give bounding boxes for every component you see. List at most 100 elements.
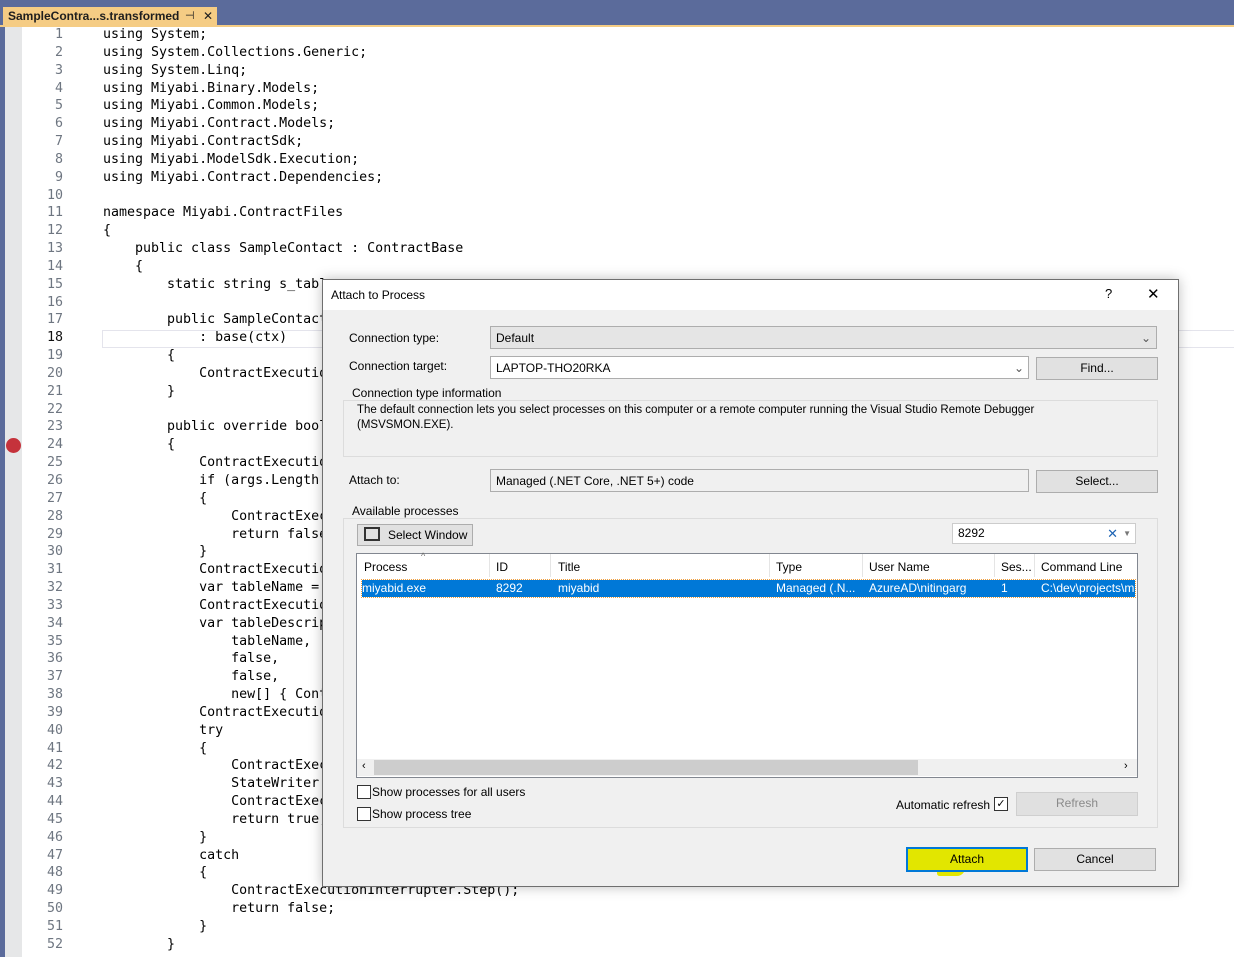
code-line[interactable]: var tableDescrip bbox=[103, 615, 327, 633]
code-line[interactable]: public override bool bbox=[103, 418, 327, 436]
scroll-left-icon[interactable]: ‹ bbox=[362, 760, 366, 772]
code-line[interactable]: try bbox=[103, 722, 223, 740]
connection-type-select[interactable]: Default ⌄ bbox=[490, 326, 1157, 349]
code-line[interactable]: ContractExecutio bbox=[103, 365, 327, 383]
code-line[interactable]: { bbox=[103, 864, 207, 882]
code-line[interactable]: StateWriter. bbox=[103, 775, 327, 793]
connection-target-combo[interactable]: LAPTOP-THO20RKA ⌄ bbox=[490, 356, 1029, 379]
column-separator[interactable] bbox=[994, 554, 995, 577]
code-line[interactable]: } bbox=[103, 383, 175, 401]
code-line[interactable]: static string s_tabl bbox=[103, 276, 327, 294]
code-line[interactable]: if (args.Length bbox=[103, 472, 319, 490]
code-line[interactable]: public class SampleContact : ContractBas… bbox=[103, 240, 463, 258]
connection-type-label: Connection type: bbox=[349, 331, 440, 345]
show-process-tree-checkbox[interactable] bbox=[357, 807, 371, 821]
code-line[interactable]: } bbox=[103, 918, 207, 936]
column-header[interactable]: Type bbox=[776, 560, 802, 574]
column-separator[interactable] bbox=[489, 554, 490, 577]
column-header[interactable]: Process bbox=[364, 560, 407, 574]
code-line[interactable]: ContractExecutio bbox=[103, 454, 327, 472]
code-line[interactable]: ContractExecutio bbox=[103, 597, 327, 615]
cancel-button[interactable]: Cancel bbox=[1034, 848, 1156, 871]
column-separator[interactable] bbox=[550, 554, 551, 577]
process-list[interactable]: Process ID Title Type User Name Ses... Command… bbox=[356, 551, 1138, 778]
process-row[interactable]: miyabid.exe 8292 miyabid Managed (.N... Azur… bbox=[361, 579, 1136, 598]
code-line[interactable]: ContractExec bbox=[103, 757, 327, 775]
attach-to-label: Attach to: bbox=[349, 473, 400, 487]
select-code-type-button[interactable]: Select... bbox=[1036, 470, 1158, 493]
line-number: 42 bbox=[46, 758, 63, 774]
column-header[interactable]: Ses... bbox=[1001, 560, 1032, 574]
code-line[interactable]: } bbox=[103, 829, 207, 847]
close-tab-icon[interactable]: ✕ bbox=[203, 7, 213, 26]
select-window-button[interactable]: Select Window bbox=[357, 524, 473, 546]
code-line[interactable]: : base(ctx) bbox=[103, 329, 287, 347]
document-tab[interactable]: SampleContra...s.transformed ⊣ ✕ bbox=[3, 7, 217, 26]
code-line[interactable]: using System; bbox=[103, 26, 207, 44]
process-cell-id: 8292 bbox=[496, 581, 523, 595]
code-line[interactable]: using Miyabi.Common.Models; bbox=[103, 97, 319, 115]
scroll-right-icon[interactable]: › bbox=[1124, 760, 1128, 772]
line-number: 28 bbox=[46, 508, 63, 524]
horizontal-scrollbar[interactable]: ‹ › bbox=[357, 759, 1137, 776]
breakpoint-icon[interactable] bbox=[6, 438, 21, 453]
attach-button[interactable]: Attach bbox=[906, 847, 1028, 872]
code-line[interactable]: new[] { Cont bbox=[103, 686, 327, 704]
line-number: 34 bbox=[46, 615, 63, 631]
find-button[interactable]: Find... bbox=[1036, 357, 1158, 380]
chevron-down-icon[interactable]: ▼ bbox=[1123, 524, 1131, 543]
scrollbar-thumb[interactable] bbox=[374, 760, 918, 775]
column-header[interactable]: User Name bbox=[869, 560, 930, 574]
code-line[interactable]: } bbox=[103, 543, 207, 561]
code-line[interactable]: catch bbox=[103, 847, 239, 865]
code-line[interactable]: return true; bbox=[103, 811, 327, 829]
automatic-refresh-checkbox[interactable]: ✓ bbox=[994, 797, 1008, 811]
code-line[interactable]: using Miyabi.Binary.Models; bbox=[103, 80, 319, 98]
code-line[interactable]: using Miyabi.Contract.Dependencies; bbox=[103, 169, 383, 187]
code-line[interactable]: ContractExec bbox=[103, 793, 327, 811]
close-dialog-button[interactable]: ✕ bbox=[1147, 285, 1160, 303]
code-line[interactable]: ContractExecutio bbox=[103, 561, 327, 579]
code-line[interactable]: { bbox=[103, 222, 111, 240]
show-all-users-checkbox[interactable] bbox=[357, 785, 371, 799]
dialog-title-bar: Attach to Process ? ✕ bbox=[323, 280, 1178, 310]
code-line[interactable]: { bbox=[103, 490, 207, 508]
code-line[interactable]: { bbox=[103, 347, 175, 365]
code-line[interactable]: false, bbox=[103, 650, 279, 668]
refresh-button[interactable]: Refresh bbox=[1016, 792, 1138, 816]
help-button[interactable]: ? bbox=[1105, 286, 1112, 301]
breakpoint-margin[interactable] bbox=[5, 27, 22, 957]
code-line[interactable]: false, bbox=[103, 668, 279, 686]
column-separator[interactable] bbox=[1034, 554, 1035, 577]
code-line[interactable]: ContractExecutio bbox=[103, 704, 327, 722]
code-line[interactable]: { bbox=[103, 258, 143, 276]
code-line[interactable]: { bbox=[103, 436, 175, 454]
code-line[interactable]: using System.Collections.Generic; bbox=[103, 44, 367, 62]
code-line[interactable]: namespace Miyabi.ContractFiles bbox=[103, 204, 343, 222]
code-line[interactable]: return false; bbox=[103, 900, 335, 918]
code-line[interactable]: public SampleContact bbox=[103, 311, 327, 329]
code-line[interactable]: using Miyabi.ContractSdk; bbox=[103, 133, 303, 151]
code-line[interactable]: using System.Linq; bbox=[103, 62, 247, 80]
filter-value: 8292 bbox=[958, 526, 985, 540]
code-line[interactable]: tableName, bbox=[103, 633, 311, 651]
line-number: 43 bbox=[46, 776, 63, 792]
pin-icon[interactable]: ⊣ bbox=[185, 7, 195, 26]
process-filter-input[interactable]: 8292 ✕ ▼ bbox=[952, 523, 1136, 544]
column-separator[interactable] bbox=[769, 554, 770, 577]
code-line[interactable]: var tableName = bbox=[103, 579, 319, 597]
connection-target-label: Connection target: bbox=[349, 359, 448, 373]
code-line[interactable]: return false bbox=[103, 526, 327, 544]
column-header[interactable]: ID bbox=[496, 560, 508, 574]
code-line[interactable]: using Miyabi.ModelSdk.Execution; bbox=[103, 151, 359, 169]
code-line[interactable]: using Miyabi.Contract.Models; bbox=[103, 115, 335, 133]
code-line[interactable]: { bbox=[103, 740, 207, 758]
column-header[interactable]: Command Line bbox=[1041, 560, 1122, 574]
clear-filter-icon[interactable]: ✕ bbox=[1107, 524, 1118, 543]
column-header[interactable]: Title bbox=[558, 560, 580, 574]
chevron-down-icon[interactable]: ⌄ bbox=[1014, 357, 1024, 379]
code-line[interactable]: ContractExec bbox=[103, 508, 327, 526]
code-line[interactable]: } bbox=[103, 936, 175, 954]
line-number: 3 bbox=[54, 62, 63, 78]
column-separator[interactable] bbox=[862, 554, 863, 577]
